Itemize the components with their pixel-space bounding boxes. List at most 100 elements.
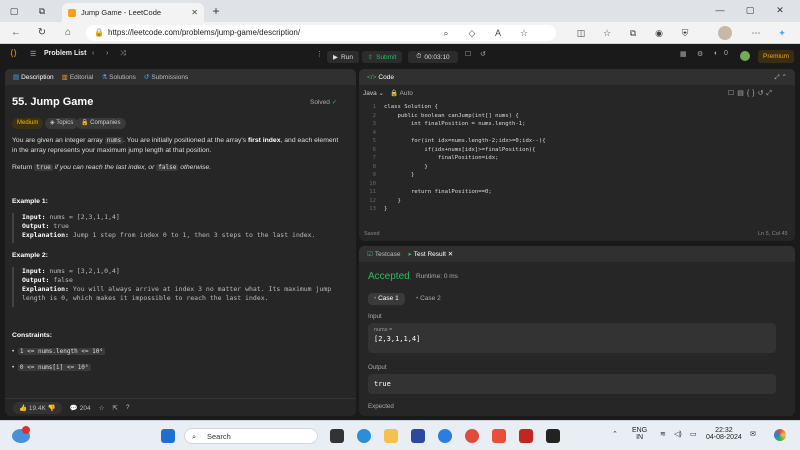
favorites-icon[interactable]: ☆ [601,27,613,39]
problem-return-text: Return true if you can reach the last in… [12,164,212,171]
mcafee-icon[interactable] [411,429,425,443]
chat-icon[interactable]: ✉ [750,430,756,438]
chrome-icon[interactable] [465,429,479,443]
shield-icon[interactable]: ⛨ [679,27,691,39]
star-icon[interactable]: ☆ [99,404,105,412]
problem-list-link[interactable]: Problem List [44,50,86,57]
problem-title[interactable]: 55. Jump Game [12,96,93,108]
editor-toolbar-icons[interactable]: ☐▤{}↺⤢ [728,89,775,98]
minimize-icon[interactable]: — [710,3,730,17]
layout-icon[interactable]: ▦ [680,50,687,58]
leetcode-logo-icon[interactable]: ⟨⟩ [10,48,17,59]
copilot-taskbar-icon[interactable] [774,429,786,441]
line-number: 3 [372,121,376,127]
avatar[interactable] [718,26,732,40]
code-line[interactable]: finalPosition=idx; [384,155,499,161]
shuffle-icon[interactable]: ⤨ [120,50,126,58]
profile-icon[interactable]: ▢ [8,5,20,17]
extension-icon[interactable]: ◉ [653,27,665,39]
close-tab-icon[interactable]: ✕ [191,8,198,17]
run-button[interactable]: ▶ Run [327,51,359,63]
history-icon: ↺ [143,74,150,81]
code-line[interactable]: return finalPosition==0; [384,189,492,195]
code-icon: </> [367,73,377,81]
taskbar-search[interactable]: ⌕ Search [184,428,318,444]
companies-tag[interactable]: 🔒 Companies [76,118,126,129]
prev-problem-icon[interactable]: ‹ [92,50,94,57]
file-explorer-icon[interactable] [384,429,398,443]
search-page-icon[interactable]: ⌕ [440,27,452,39]
debug-icon[interactable]: ⋮ [316,50,323,58]
code-line[interactable]: public boolean canJump(int[] nums) { [384,113,518,119]
tab-test-result[interactable]: ▸ Test Result ✕ [408,250,453,258]
code-line[interactable]: } [384,198,400,204]
more-menu-icon[interactable]: ⋯ [750,27,762,39]
office-icon[interactable] [492,429,506,443]
difficulty-badge: Medium [12,118,44,129]
reset-icon[interactable]: ↺ [480,50,486,58]
share-icon[interactable]: ⇱ [112,404,117,412]
code-line[interactable]: class Solution { [384,104,438,110]
browser-tab[interactable]: Jump Game - LeetCode ✕ [62,3,204,22]
topics-tag[interactable]: ◈ Topics [45,118,79,129]
refresh-icon[interactable]: ↻ [36,27,48,39]
flask-icon: ⚗ [101,74,108,81]
like-button[interactable]: 👍 19.4K 👎 [13,401,62,414]
tab-testcase[interactable]: ☑ Testcase [367,250,400,258]
new-tab-button[interactable]: + [210,5,222,17]
expand-icon[interactable]: ⤢ ⌃ [775,73,787,82]
start-icon[interactable] [161,429,175,443]
premium-button[interactable]: Premium [758,50,794,63]
case-2-tab[interactable]: • Case 2 [410,293,447,305]
code-line[interactable]: int finalPosition = nums.length-1; [384,121,526,127]
settings-icon[interactable]: ⚙ [697,50,703,58]
user-avatar[interactable] [740,51,750,61]
tab-actions-icon[interactable]: ⧉ [36,5,48,17]
tab-submissions[interactable]: ↺ Submissions [144,73,188,81]
cursor-position: Ln 5, Col 45 [758,231,788,237]
auto-mode[interactable]: 🔒 Auto [390,89,413,97]
language-indicator[interactable]: ENG IN [632,427,647,441]
help-app-icon[interactable] [438,429,452,443]
clock[interactable]: 22:32 04-08-2024 [706,427,742,441]
code-tab[interactable]: </> Code [367,74,394,81]
volume-icon[interactable]: ◁) [674,430,682,438]
tab-solutions[interactable]: ⚗ Solutions [101,73,136,81]
language-select[interactable]: Java ⌄ [363,89,384,97]
browser-tab-bar: ▢ ⧉ Jump Game - LeetCode ✕ + — ▢ ✕ [0,0,800,22]
copilot-icon[interactable]: ✦ [776,27,788,39]
tab-editorial[interactable]: ▥ Editorial [62,73,94,81]
close-window-icon[interactable]: ✕ [770,3,790,17]
line-number: 4 [372,129,376,136]
split-screen-icon[interactable]: ◫ [575,27,587,39]
code-line[interactable]: } [384,172,414,178]
back-icon[interactable]: ← [10,27,22,39]
battery-icon[interactable]: ▭ [690,430,697,438]
next-problem-icon[interactable]: › [106,50,108,57]
code-line[interactable]: } [384,164,427,170]
code-line[interactable]: } [384,206,387,212]
collections-icon[interactable]: ⧉ [627,27,639,39]
timer[interactable]: ⏱ 00:03:10 [408,51,458,63]
task-view-icon[interactable] [330,429,344,443]
submit-button[interactable]: ⇧ Submit [362,51,402,63]
mcafee-shield-icon[interactable] [519,429,533,443]
note-icon[interactable]: ☐ [465,50,471,58]
help-icon[interactable]: ? [126,404,130,411]
edge-icon[interactable] [357,429,371,443]
url-field[interactable]: 🔒 https://leetcode.com/problems/jump-gam… [86,25,556,41]
favorite-icon[interactable]: ☆ [518,27,530,39]
comments-button[interactable]: 💬 204 [70,404,91,412]
case-1-tab[interactable]: • Case 1 [368,293,405,305]
wifi-icon[interactable]: ≋ [660,430,666,438]
code-line[interactable]: for(int idx=nums.length-2;idx>=0;idx--){ [384,138,546,144]
tab-description[interactable]: ▤ Description [13,73,54,81]
capcut-icon[interactable] [546,429,560,443]
tag-icon[interactable]: ◇ [466,27,478,39]
code-line[interactable]: if(idx+nums[idx]>=finalPosition){ [384,147,535,153]
thumbs-down-icon: 👎 [47,404,56,412]
tray-expand-icon[interactable]: ⌃ [612,430,618,438]
read-aloud-icon[interactable]: A [492,27,504,39]
maximize-icon[interactable]: ▢ [740,3,760,17]
home-icon[interactable]: ⌂ [62,27,74,39]
